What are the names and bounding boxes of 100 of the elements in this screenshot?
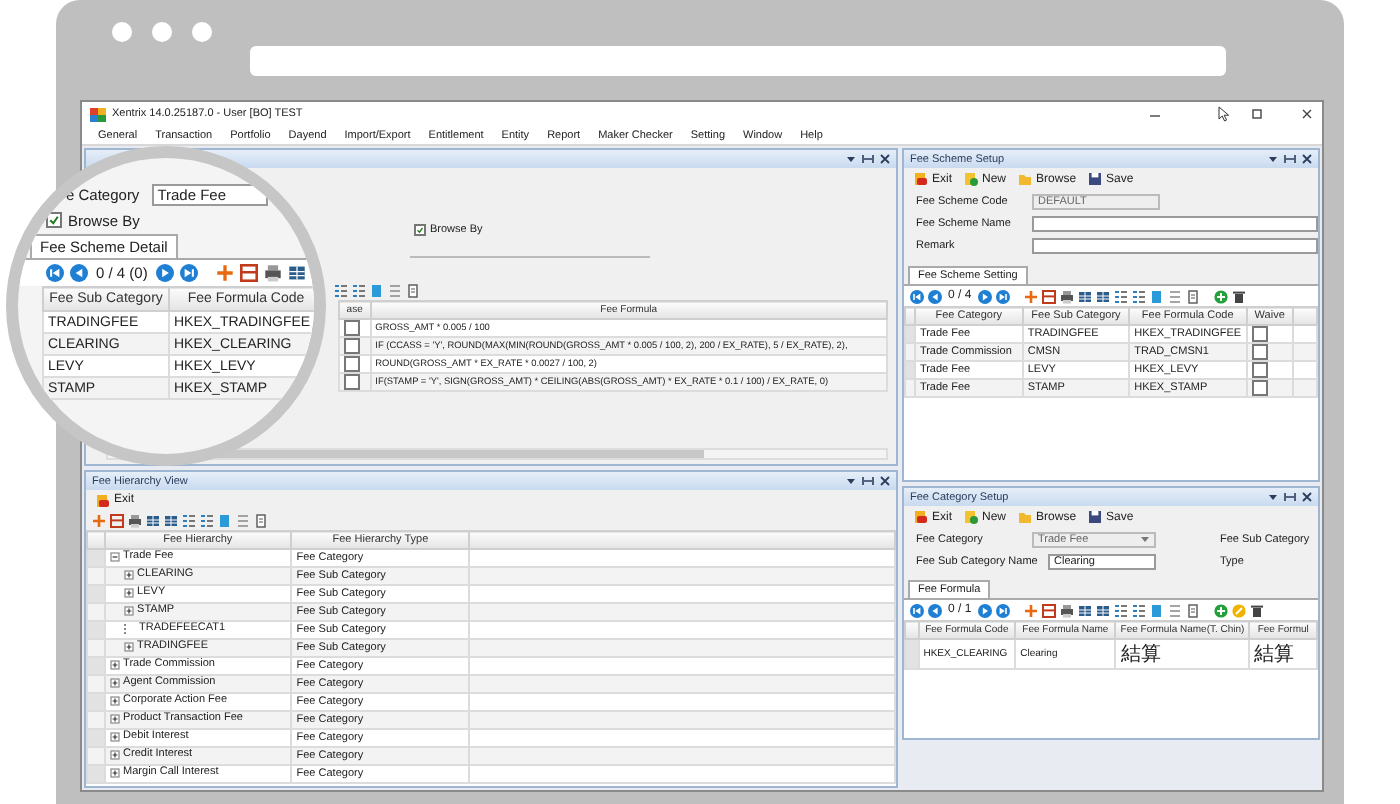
table-icon[interactable] [1095,289,1110,303]
window-dot [192,22,212,42]
list-icon[interactable] [1113,289,1128,303]
last-page-icon[interactable] [179,264,198,282]
trash-icon[interactable] [1249,603,1264,617]
close-icon[interactable] [880,476,890,486]
next-page-icon[interactable] [977,603,992,617]
plus-circle-icon[interactable] [1213,603,1228,617]
checkbox[interactable] [414,224,426,236]
first-page-icon[interactable] [910,289,924,303]
dropdown-icon[interactable] [846,476,856,486]
table-icon[interactable] [164,513,178,527]
document-icon[interactable] [370,283,384,297]
dropdown-icon[interactable] [1268,154,1278,164]
new-document-icon [964,510,979,524]
form-icon[interactable] [110,513,124,527]
pin-icon[interactable] [1284,492,1296,502]
checkbox[interactable] [46,212,62,228]
checkbox[interactable] [1251,326,1268,342]
trash-icon[interactable] [1231,289,1246,303]
expand-icon[interactable] [109,767,120,778]
close-icon[interactable] [1302,154,1312,164]
list-icon[interactable] [1131,289,1146,303]
list-icon[interactable] [1113,603,1128,617]
close-icon[interactable] [880,154,890,164]
document-icon[interactable] [1149,289,1164,303]
text-lines-icon[interactable] [388,283,402,297]
previous-page-icon[interactable] [928,603,942,617]
floppy-icon [1088,510,1103,524]
text-lines-icon[interactable] [236,513,250,527]
checkbox[interactable] [344,356,360,372]
text-field[interactable] [1032,215,1318,231]
table-icon[interactable] [1077,289,1092,303]
checkbox[interactable] [344,320,360,336]
printer-icon[interactable] [1059,289,1074,303]
expand-icon[interactable] [123,641,134,652]
last-page-icon[interactable] [995,603,1010,617]
first-page-icon[interactable] [46,264,64,282]
checkbox[interactable] [344,374,360,390]
table-icon[interactable] [1077,603,1092,617]
list-icon[interactable] [1131,603,1146,617]
checkbox[interactable] [1251,344,1268,360]
collapse-icon[interactable] [109,551,120,562]
plus-icon[interactable] [215,264,234,282]
text-lines-icon[interactable] [1167,289,1182,303]
form-icon[interactable] [1041,289,1056,303]
checkbox[interactable] [344,338,360,354]
document-icon[interactable] [1149,603,1164,617]
table-cell: 結算 [1115,639,1250,669]
table-icon[interactable] [146,513,160,527]
plus-icon[interactable] [1023,289,1038,303]
expand-icon[interactable] [109,731,120,742]
table-icon[interactable] [1095,603,1110,617]
expand-icon[interactable] [109,659,120,670]
printer-icon[interactable] [128,513,142,527]
expand-icon[interactable] [109,677,120,688]
checkbox[interactable] [1251,362,1268,378]
expand-icon[interactable] [109,695,120,706]
maximize-icon[interactable] [1250,108,1264,120]
pin-icon[interactable] [862,154,874,164]
first-page-icon[interactable] [910,603,924,617]
text-field[interactable] [1032,237,1318,253]
close-icon[interactable] [1302,492,1312,502]
next-page-icon[interactable] [155,264,174,282]
page-icon[interactable] [406,283,420,297]
expand-icon[interactable] [109,713,120,724]
page-icon[interactable] [1185,289,1200,303]
document-icon[interactable] [218,513,232,527]
printer-icon[interactable] [1059,603,1074,617]
dropdown-icon[interactable] [846,154,856,164]
plus-icon[interactable] [92,513,106,527]
list-icon[interactable] [352,283,366,297]
form-icon[interactable] [239,264,258,282]
plus-icon[interactable] [1023,603,1038,617]
list-icon[interactable] [182,513,196,527]
expand-icon[interactable] [123,587,134,598]
last-page-icon[interactable] [995,289,1010,303]
table-cell: 結算 [1249,639,1317,669]
pin-icon[interactable] [1284,154,1296,164]
pin-icon[interactable] [862,476,874,486]
list-icon[interactable] [334,283,348,297]
table-icon[interactable] [287,264,306,282]
page-icon[interactable] [254,513,268,527]
window-dot [112,22,132,42]
dropdown-icon[interactable] [1268,492,1278,502]
printer-icon[interactable] [263,264,282,282]
checkbox[interactable] [1251,380,1268,396]
previous-page-icon[interactable] [70,264,88,282]
exit-icon [914,510,928,524]
caret-icon [1140,534,1150,544]
expand-icon[interactable] [123,605,134,616]
expand-icon[interactable] [109,749,120,760]
expand-icon[interactable] [123,569,134,580]
close-icon[interactable] [1300,108,1314,120]
form-icon[interactable] [1041,603,1056,617]
page-icon[interactable] [1185,603,1200,617]
previous-page-icon[interactable] [928,289,942,303]
list-icon[interactable] [200,513,214,527]
text-lines-icon[interactable] [1167,603,1182,617]
next-page-icon[interactable] [977,289,992,303]
